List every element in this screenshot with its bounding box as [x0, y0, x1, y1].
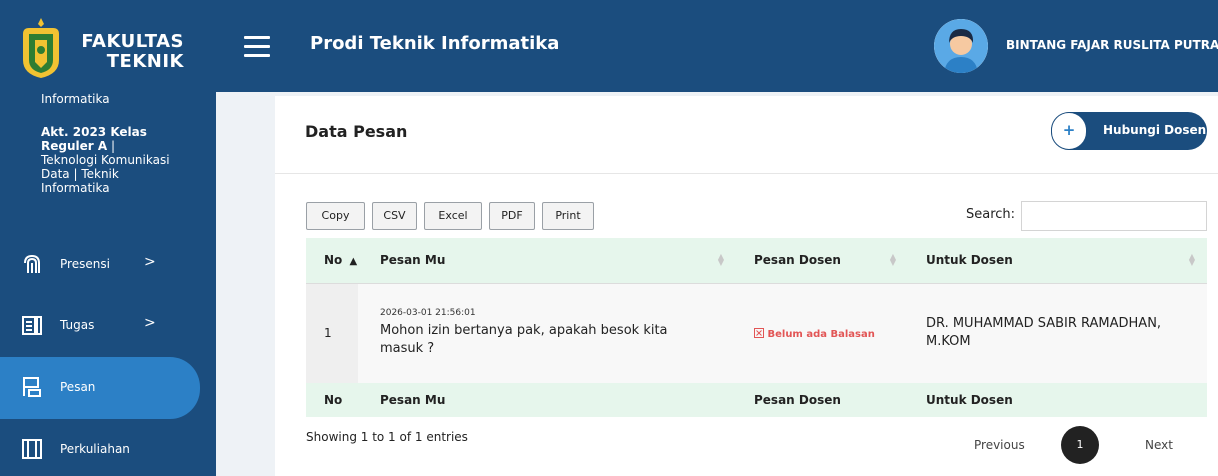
excel-button[interactable]: Excel: [424, 202, 482, 230]
message-timestamp: 2026-03-01 21:56:01: [380, 308, 476, 319]
sidebar-item-label: Presensi: [60, 257, 110, 271]
message-icon: [23, 377, 41, 397]
pagination-page[interactable]: 1: [1061, 426, 1099, 464]
university-logo-icon: [23, 18, 59, 78]
sidebar-program: Informatika: [41, 92, 110, 106]
copy-button[interactable]: Copy: [306, 202, 365, 230]
col-footer-pesan-mu: Pesan Mu: [358, 383, 736, 417]
sidebar-class-info: Akt. 2023 Kelas Reguler A | Teknologi Ko…: [41, 125, 171, 195]
sidebar-item-presensi[interactable]: Presensi >: [0, 234, 200, 296]
brand-name: FAKULTAS TEKNIK: [81, 31, 184, 72]
no-reply-badge: Belum ada Balasan: [754, 328, 875, 340]
messages-card: Data Pesan + Hubungi Dosen Copy CSV Exce…: [275, 96, 1218, 476]
cell-no: 1: [306, 282, 358, 383]
col-footer-pesan-dosen: Pesan Dosen: [736, 383, 908, 417]
app-title: Prodi Teknik Informatika: [310, 33, 560, 54]
card-divider: [275, 173, 1218, 174]
sidebar-item-label: Perkuliahan: [60, 442, 130, 456]
col-footer-untuk-dosen: Untuk Dosen: [908, 383, 1207, 417]
cell-message: 2026-03-01 21:56:01 Mohon izin bertanya …: [358, 282, 736, 383]
sidebar-item-pesan[interactable]: Pesan: [0, 357, 200, 419]
table-header-row: No ▲ Pesan Mu ▲ ▼ Pesan Dosen ▲ ▼ Untuk Do…: [306, 238, 1207, 283]
cell-reply: Belum ada Balasan: [736, 282, 908, 383]
message-text: Mohon izin bertanya pak, apakah besok ki…: [380, 323, 668, 357]
col-header-pesan-mu[interactable]: Pesan Mu ▲ ▼: [358, 238, 736, 283]
col-header-no[interactable]: No ▲: [306, 238, 358, 283]
table-footer-row: No Pesan Mu Pesan Dosen Untuk Dosen: [306, 383, 1207, 417]
plus-icon: +: [1051, 112, 1087, 150]
user-avatar-icon: [934, 19, 988, 73]
sidebar-class-name: Akt. 2023 Kelas Reguler A: [41, 125, 147, 153]
sort-icon: ▲ ▼: [1188, 252, 1195, 267]
x-square-icon: [754, 328, 764, 339]
chevron-right-icon: >: [144, 254, 156, 270]
pagination-previous[interactable]: Previous: [974, 438, 1025, 452]
lecturer-name: DR. MUHAMMAD SABIR RAMADHAN, M.KOM: [926, 316, 1162, 350]
pagination-next[interactable]: Next: [1145, 438, 1173, 452]
cell-lecturer: DR. MUHAMMAD SABIR RAMADHAN, M.KOM: [908, 282, 1207, 383]
print-button[interactable]: Print: [542, 202, 594, 230]
table-row: 1 2026-03-01 21:56:01 Mohon izin bertany…: [306, 282, 1207, 383]
contact-lecturer-label: Hubungi Dosen: [1103, 123, 1207, 137]
csv-button[interactable]: CSV: [372, 202, 417, 230]
sidebar-item-label: Tugas: [60, 318, 95, 332]
book-icon: [22, 439, 42, 459]
brand[interactable]: FAKULTAS TEKNIK: [0, 0, 216, 92]
contact-lecturer-button[interactable]: + Hubungi Dosen: [1051, 112, 1207, 150]
user-name[interactable]: BINTANG FAJAR RUSLITA PUTRA: [1006, 38, 1218, 52]
messages-table: No ▲ Pesan Mu ▲ ▼ Pesan Dosen ▲ ▼ Untuk Do…: [306, 238, 1207, 417]
chevron-right-icon: >: [144, 315, 156, 331]
hamburger-menu-icon[interactable]: [244, 36, 270, 58]
col-footer-no: No: [306, 383, 358, 417]
sort-asc-icon: ▲: [349, 256, 358, 268]
col-header-untuk-dosen[interactable]: Untuk Dosen ▲ ▼: [908, 238, 1207, 283]
search-label: Search:: [966, 207, 1016, 222]
clipboard-icon: [22, 316, 42, 335]
fingerprint-icon: [24, 254, 40, 273]
sidebar-item-tugas[interactable]: Tugas >: [0, 295, 200, 357]
avatar[interactable]: [934, 19, 988, 73]
sort-icon: ▲ ▼: [889, 252, 896, 267]
sidebar-item-perkuliahan[interactable]: Perkuliahan: [0, 419, 200, 476]
sort-icon: ▲ ▼: [717, 252, 724, 267]
search-input[interactable]: [1021, 201, 1207, 231]
sidebar: Informatika Akt. 2023 Kelas Reguler A | …: [0, 92, 216, 476]
pdf-button[interactable]: PDF: [489, 202, 535, 230]
table-info: Showing 1 to 1 of 1 entries: [306, 430, 468, 444]
sidebar-item-label: Pesan: [60, 380, 96, 394]
col-header-pesan-dosen[interactable]: Pesan Dosen ▲ ▼: [736, 238, 908, 283]
top-bar: FAKULTAS TEKNIK Prodi Teknik Informatika…: [0, 0, 1218, 92]
page-title: Data Pesan: [305, 122, 408, 141]
